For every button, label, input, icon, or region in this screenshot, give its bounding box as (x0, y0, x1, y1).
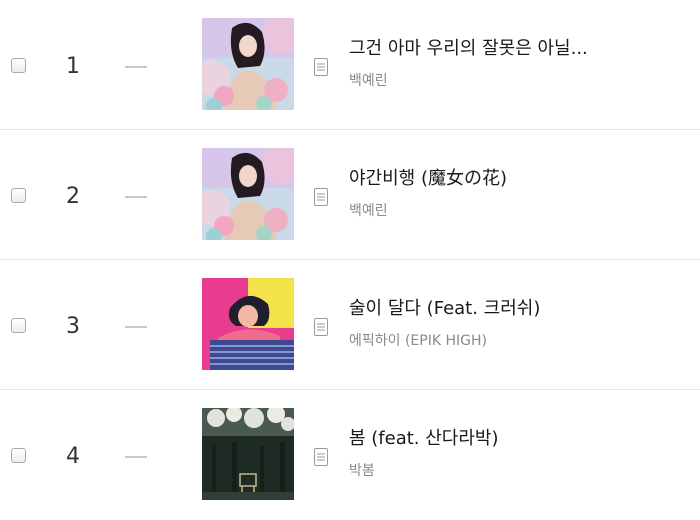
rank-number: 2 (66, 184, 80, 209)
song-title[interactable]: 야간비행 (魔女の花) (349, 168, 507, 190)
rank-unchanged-dash-icon (125, 196, 147, 198)
album-cover-image[interactable] (202, 18, 294, 110)
lyrics-document-icon[interactable] (314, 448, 328, 466)
song-title[interactable]: 술이 달다 (Feat. 크러쉬) (349, 298, 540, 320)
song-row-4: 4 봄 (feat. 산다라박) 박봄 (0, 390, 700, 520)
lyrics-document-icon[interactable] (314, 188, 328, 206)
song-checkbox[interactable] (11, 58, 26, 73)
album-cover-image[interactable] (202, 278, 294, 370)
song-row-3: 3 술이 달다 (Feat. 크러쉬) 에픽하이 (EPIK HIGH) (0, 260, 700, 390)
rank-unchanged-dash-icon (125, 66, 147, 68)
song-checkbox[interactable] (11, 318, 26, 333)
lyrics-document-icon[interactable] (314, 58, 328, 76)
album-cover-image[interactable] (202, 408, 294, 500)
artist-name[interactable]: 에픽하이 (EPIK HIGH) (349, 332, 487, 350)
rank-number: 3 (66, 314, 80, 339)
song-title[interactable]: 봄 (feat. 산다라박) (349, 428, 499, 450)
rank-unchanged-dash-icon (125, 326, 147, 328)
chart-song-list: 1 그건 아마 우리의 잘못은 아닐... 백예린 2 야간비행 (魔女の花) … (0, 0, 700, 515)
lyrics-document-icon[interactable] (314, 318, 328, 336)
rank-number: 4 (66, 444, 80, 469)
rank-unchanged-dash-icon (125, 456, 147, 458)
artist-name[interactable]: 백예린 (349, 202, 388, 220)
artist-name[interactable]: 백예린 (349, 72, 388, 90)
song-title[interactable]: 그건 아마 우리의 잘못은 아닐... (349, 38, 588, 60)
album-cover-image[interactable] (202, 148, 294, 240)
song-row-1: 1 그건 아마 우리의 잘못은 아닐... 백예린 (0, 0, 700, 130)
song-checkbox[interactable] (11, 448, 26, 463)
song-row-2: 2 야간비행 (魔女の花) 백예린 (0, 130, 700, 260)
artist-name[interactable]: 박봄 (349, 462, 375, 480)
rank-number: 1 (66, 54, 80, 79)
song-checkbox[interactable] (11, 188, 26, 203)
